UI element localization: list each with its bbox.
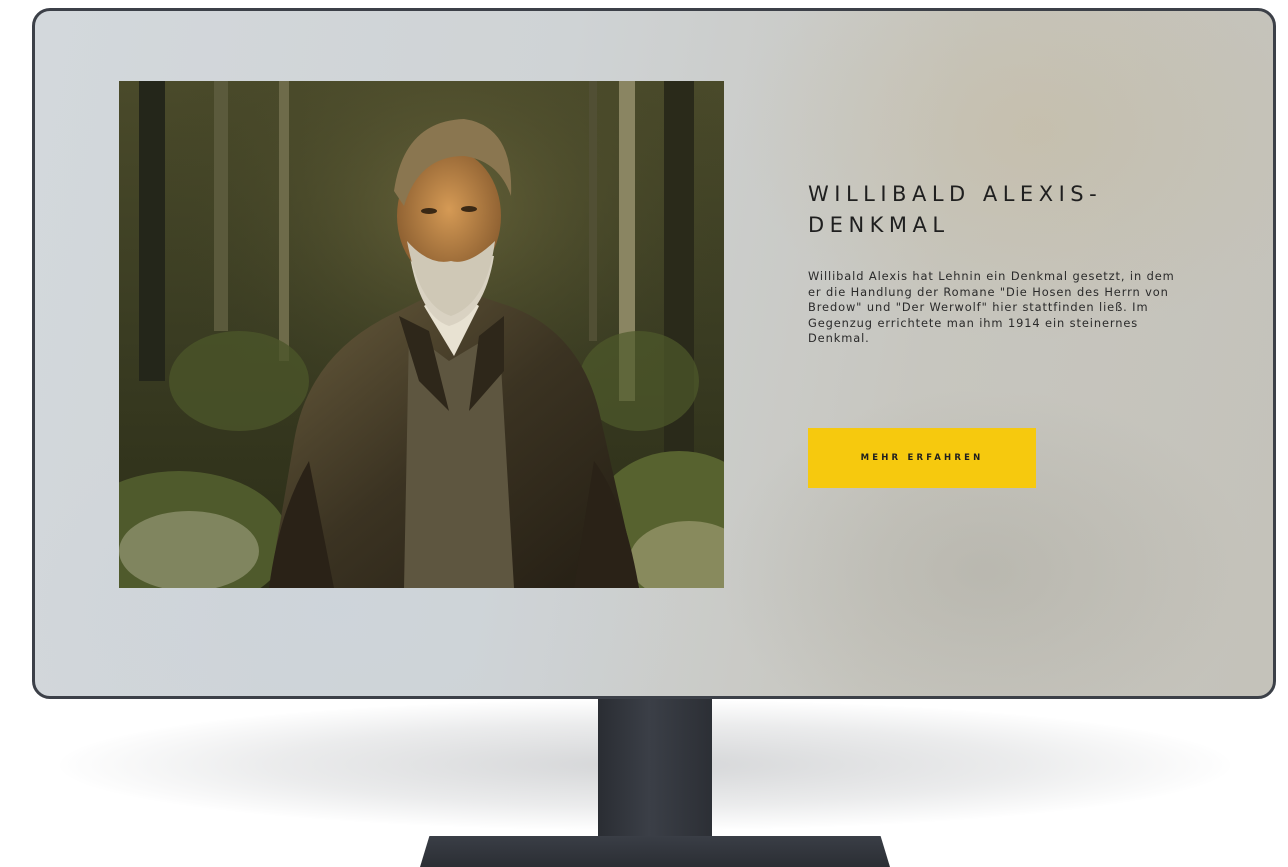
portrait-painting-icon [119, 81, 724, 588]
page-title: WILLIBALD ALEXIS-DENKMAL [808, 182, 1103, 237]
description-text: Willibald Alexis hat Lehnin ein Denkmal … [808, 269, 1175, 346]
mehr-erfahren-button[interactable]: MEHR ERFAHREN [808, 428, 1036, 488]
text-block: WILLIBALD ALEXIS-DENKMAL Willibald Alexi… [808, 179, 1188, 358]
monitor-stand-neck [598, 697, 712, 849]
portrait-image [119, 81, 724, 588]
monitor-stand-base [420, 836, 890, 867]
mockup-stage: WILLIBALD ALEXIS-DENKMAL Willibald Alexi… [0, 0, 1288, 867]
monitor-screen: WILLIBALD ALEXIS-DENKMAL Willibald Alexi… [32, 8, 1276, 699]
